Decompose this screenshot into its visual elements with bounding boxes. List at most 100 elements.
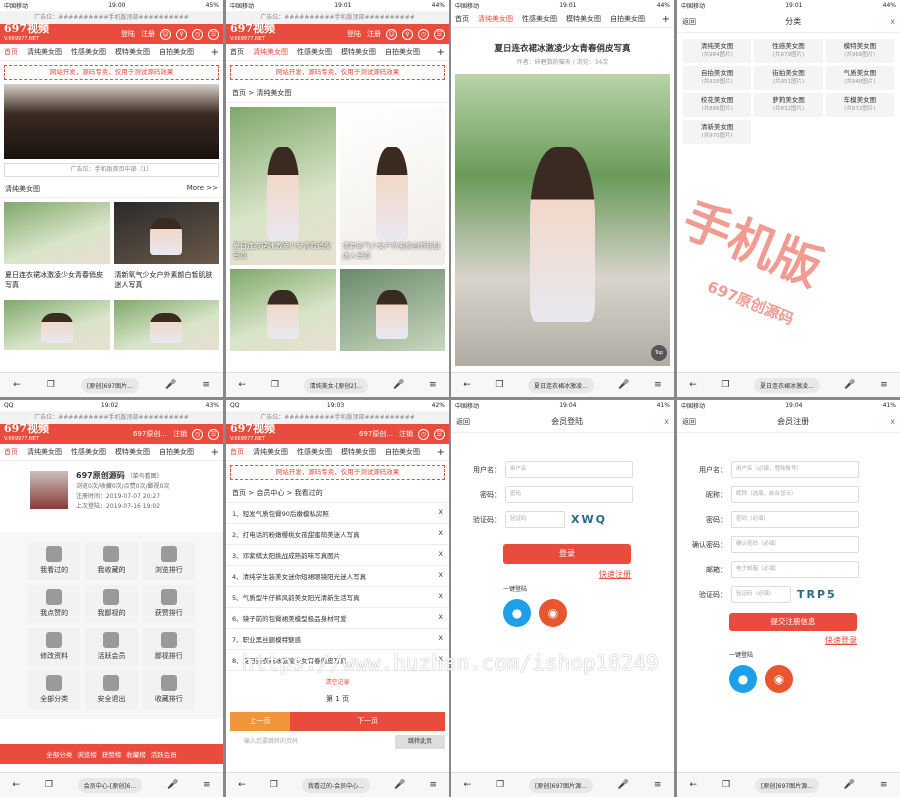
login-button[interactable]: 登陆 — [121, 29, 135, 39]
url-bar[interactable]: 会员中心-[原创]6... — [77, 777, 143, 793]
nav-plus-icon[interactable]: + — [437, 47, 445, 58]
member-menu-item[interactable]: 我看过的 — [28, 542, 81, 580]
back-icon[interactable]: ← — [689, 780, 697, 790]
weibo-login-icon[interactable]: ◉ — [539, 599, 567, 627]
footer-link[interactable]: 活跃会员 — [151, 749, 177, 759]
avatar[interactable] — [30, 471, 68, 509]
username-input[interactable]: 用户名（必填，登陆账号） — [731, 461, 859, 478]
tabs-icon[interactable]: ❒ — [496, 780, 504, 790]
category-item[interactable]: 气质美女图 (共948图片) — [825, 66, 894, 90]
email-input[interactable]: 电子邮箱（必填） — [731, 561, 859, 578]
footer-link[interactable]: 获赞榜 — [102, 749, 122, 759]
mic-icon[interactable]: 🎤 — [618, 380, 629, 390]
list-item[interactable]: 4、清纯学生装美女迷你短裙眼镜阳光迷人写真 X — [226, 566, 449, 587]
history-icon[interactable]: ◷ — [418, 428, 429, 440]
delete-icon[interactable]: X — [439, 592, 443, 602]
hero-banner[interactable] — [4, 84, 219, 159]
nav-item[interactable]: 清纯美女图 — [253, 447, 288, 457]
back-icon[interactable]: ← — [689, 380, 697, 390]
logo[interactable]: 697视频 V.669977.NET — [230, 23, 275, 44]
delete-icon[interactable]: X — [439, 613, 443, 623]
nav-item[interactable]: 模特美女图 — [115, 47, 150, 57]
nav-item[interactable]: 自拍美女图 — [159, 47, 194, 57]
menu-icon[interactable]: ☰ — [208, 428, 219, 440]
quick-login-link[interactable]: 快速登录 — [677, 635, 857, 646]
member-menu-item[interactable]: 收藏排行 — [142, 671, 195, 709]
list-item[interactable]: 2、打电话的粉嫩樱桃女孩甜蜜萌美迷人写真 X — [226, 524, 449, 545]
back-icon[interactable]: ← — [238, 380, 246, 390]
nav-item[interactable]: 自拍美女图 — [385, 447, 420, 457]
back-icon[interactable]: ← — [238, 780, 246, 790]
nav-item[interactable]: 自拍美女图 — [610, 14, 645, 24]
nickname-input[interactable]: 昵称（选填，前台显示） — [731, 486, 859, 503]
category-item[interactable]: 性感美女图 (共879图片) — [754, 39, 823, 63]
nav-item[interactable]: 自拍美女图 — [159, 447, 194, 457]
tabs-icon[interactable]: ❒ — [271, 380, 279, 390]
nav-plus-icon[interactable]: + — [211, 47, 219, 58]
more-link[interactable]: More >> — [187, 184, 218, 194]
footer-link[interactable]: 浏览榜 — [77, 749, 97, 759]
url-bar[interactable]: 夏日连衣裙冰激凌... — [528, 377, 594, 393]
category-item[interactable]: 清新美女图 (共970图片) — [683, 120, 752, 144]
logo[interactable]: 697视频 V.669977.NET — [4, 23, 49, 44]
nav-item[interactable]: 性感美女图 — [522, 14, 557, 24]
url-bar[interactable]: [原创]697图片... — [80, 377, 139, 393]
captcha-input[interactable]: 验证码 — [505, 511, 565, 528]
url-bar[interactable]: 清纯美女-[原创2]... — [303, 377, 369, 393]
image-caption[interactable]: 清新氧气少女户外素颜白皙肌肤迷人写真 — [114, 268, 220, 296]
menu-icon[interactable]: ☰ — [208, 28, 219, 40]
confirm-password-input[interactable]: 确认密码（必填） — [731, 536, 859, 553]
category-item[interactable]: 萝莉美女图 (共832图片) — [754, 93, 823, 117]
tabs-icon[interactable]: ❒ — [270, 780, 278, 790]
category-item[interactable]: 模特美女图 (共968图片) — [825, 39, 894, 63]
member-menu-item[interactable]: 安全退出 — [85, 671, 138, 709]
search-icon[interactable]: ⚲ — [176, 28, 187, 40]
image-thumb[interactable] — [4, 300, 110, 350]
nav-item[interactable]: 首页 — [4, 447, 18, 457]
captcha-image[interactable]: TRP5 — [797, 588, 837, 601]
list-item[interactable]: 7、职业黑丝腿模特魅惑 X — [226, 629, 449, 650]
password-input[interactable]: 密码（必填） — [731, 511, 859, 528]
back-icon[interactable]: ← — [463, 780, 471, 790]
url-bar[interactable]: 夏日连衣裙冰激凌... — [754, 377, 820, 393]
history-icon[interactable]: ◷ — [418, 28, 429, 40]
list-item[interactable]: 5、气质型牛仔裤风韵美女阳光清新生活写真 X — [226, 587, 449, 608]
mic-icon[interactable]: 🎤 — [844, 380, 855, 390]
mic-icon[interactable]: 🎤 — [165, 380, 176, 390]
close-icon[interactable]: x — [890, 17, 895, 26]
breadcrumb[interactable]: 首页 > 清纯美女图 — [226, 84, 449, 103]
back-button[interactable]: 返回 — [456, 417, 470, 427]
nav-item[interactable]: 清纯美女图 — [253, 47, 288, 57]
back-icon[interactable]: ← — [13, 380, 21, 390]
menu-icon[interactable]: ≡ — [654, 780, 662, 790]
register-button[interactable]: 注册 — [141, 29, 155, 39]
history-icon[interactable]: ◷ — [192, 28, 203, 40]
breadcrumb[interactable]: 首页 > 会员中心 > 我看过的 — [226, 484, 449, 503]
menu-icon[interactable]: ≡ — [654, 380, 662, 390]
tabs-icon[interactable]: ❒ — [722, 780, 730, 790]
back-button[interactable]: 返回 — [682, 417, 696, 427]
mic-icon[interactable]: 🎤 — [393, 380, 404, 390]
member-menu-item[interactable]: 我点赞的 — [28, 585, 81, 623]
page-jump-input[interactable]: 输入您要跳转的页码 — [230, 735, 395, 749]
menu-icon[interactable]: ≡ — [880, 380, 888, 390]
image-card[interactable]: 夏日连衣裙冰激凌少女青春俏皮写真 — [230, 107, 336, 265]
back-icon[interactable]: ← — [463, 380, 471, 390]
mic-icon[interactable]: 🎤 — [394, 780, 405, 790]
menu-icon[interactable]: ≡ — [429, 380, 437, 390]
delete-icon[interactable]: X — [439, 529, 443, 539]
category-item[interactable]: 自拍美女图 (共928图片) — [683, 66, 752, 90]
member-menu-item[interactable]: 浏览排行 — [142, 542, 195, 580]
submit-register-button[interactable]: 提交注册信息 — [729, 613, 857, 631]
qq-login-icon[interactable]: ● — [503, 599, 531, 627]
menu-icon[interactable]: ≡ — [202, 380, 210, 390]
category-item[interactable]: 车模美女图 (共872图片) — [825, 93, 894, 117]
tabs-icon[interactable]: ❒ — [45, 780, 53, 790]
article-image[interactable]: Top — [455, 74, 670, 366]
mic-icon[interactable]: 🎤 — [167, 780, 178, 790]
next-page-button[interactable]: 下一页 — [290, 712, 445, 731]
category-item[interactable]: 校花美女图 (共886图片) — [683, 93, 752, 117]
tabs-icon[interactable]: ❒ — [47, 380, 55, 390]
logout-button[interactable]: 注销 — [173, 429, 187, 439]
user-icon[interactable]: ☺ — [160, 28, 171, 40]
